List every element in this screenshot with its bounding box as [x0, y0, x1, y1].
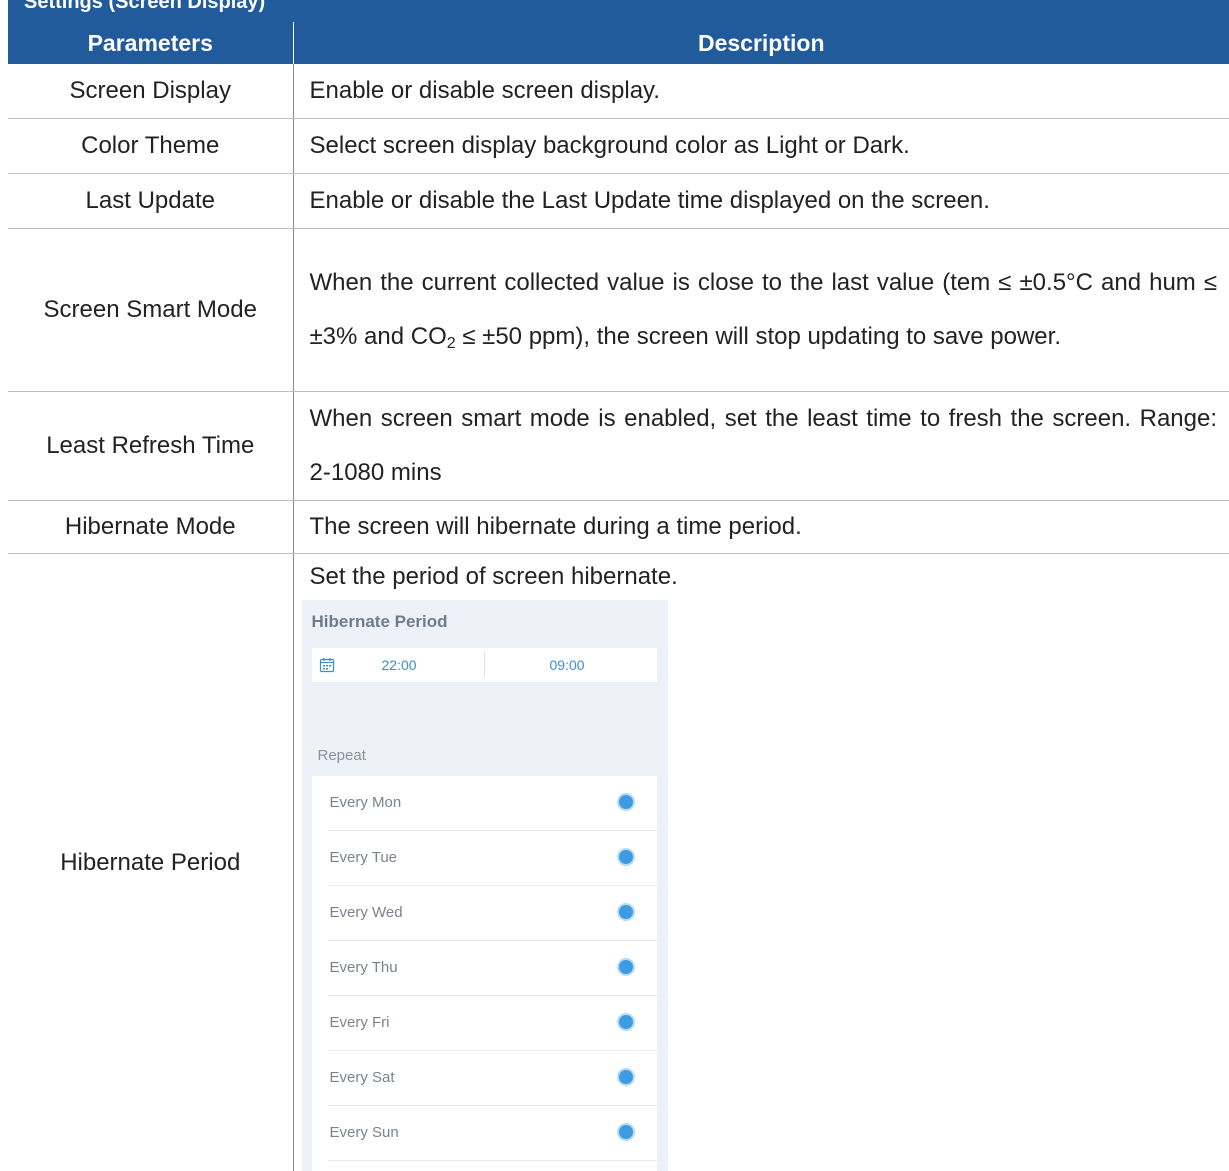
- header-description: Description: [293, 22, 1229, 64]
- time-divider: [484, 652, 485, 678]
- end-time[interactable]: 09:00: [550, 657, 585, 673]
- repeat-day-list: Every Mon Every Tue Every Wed Every: [312, 776, 657, 1171]
- repeat-label: Repeat: [318, 747, 366, 764]
- table-row: Screen Smart Mode When the current colle…: [8, 229, 1229, 392]
- time-range-field[interactable]: 22:00 09:00: [312, 648, 657, 682]
- header-parameters: Parameters: [8, 22, 293, 64]
- desc-screen-smart-mode: When the current collected value is clos…: [293, 229, 1229, 392]
- day-label: Every Mon: [330, 794, 402, 811]
- day-label: Every Sat: [330, 1069, 395, 1086]
- radio-selected-icon[interactable]: [617, 958, 635, 976]
- day-label: Every Fri: [330, 1014, 390, 1031]
- day-option-sun[interactable]: Every Sun: [328, 1106, 657, 1161]
- table-row: Screen Display Enable or disable screen …: [8, 64, 1229, 119]
- day-option-tue[interactable]: Every Tue: [328, 831, 657, 886]
- desc-color-theme: Select screen display background color a…: [293, 119, 1229, 174]
- hibernate-period-panel: Hibernate Period: [302, 600, 668, 1171]
- radio-selected-icon[interactable]: [617, 1013, 635, 1031]
- table-row: Least Refresh Time When screen smart mod…: [8, 392, 1229, 501]
- table-row: Hibernate Mode The screen will hibernate…: [8, 501, 1229, 554]
- radio-selected-icon[interactable]: [617, 793, 635, 811]
- radio-selected-icon[interactable]: [617, 903, 635, 921]
- parameters-table: Parameters Description Screen Display En…: [8, 22, 1229, 1171]
- table-row: Hibernate Period Set the period of scree…: [8, 554, 1229, 1171]
- section-heading-bar: Settings (Screen Display): [8, 0, 1229, 22]
- param-screen-display: Screen Display: [8, 64, 293, 119]
- section-heading: Settings (Screen Display): [24, 0, 265, 14]
- day-label: Every Tue: [330, 849, 398, 866]
- param-hibernate-period: Hibernate Period: [8, 554, 293, 1171]
- day-label: Every Sun: [330, 1124, 399, 1141]
- table-header-row: Parameters Description: [8, 22, 1229, 64]
- param-hibernate-mode: Hibernate Mode: [8, 501, 293, 554]
- calendar-icon[interactable]: [319, 657, 335, 673]
- table-row: Color Theme Select screen display backgr…: [8, 119, 1229, 174]
- hibernate-period-title: Hibernate Period: [312, 612, 448, 632]
- table-row: Last Update Enable or disable the Last U…: [8, 174, 1229, 229]
- desc-hibernate-period-text: Set the period of screen hibernate.: [310, 554, 1218, 600]
- radio-selected-icon[interactable]: [617, 1123, 635, 1141]
- day-option-thu[interactable]: Every Thu: [328, 941, 657, 996]
- param-last-update: Last Update: [8, 174, 293, 229]
- radio-selected-icon[interactable]: [617, 1068, 635, 1086]
- day-label: Every Thu: [330, 959, 398, 976]
- desc-smart-part-b: ≤ ±50 ppm), the screen will stop updatin…: [456, 323, 1061, 350]
- param-color-theme: Color Theme: [8, 119, 293, 174]
- param-least-refresh-time: Least Refresh Time: [8, 392, 293, 501]
- desc-hibernate-mode: The screen will hibernate during a time …: [293, 501, 1229, 554]
- desc-least-refresh-time: When screen smart mode is enabled, set t…: [293, 392, 1229, 501]
- day-option-sat[interactable]: Every Sat: [328, 1051, 657, 1106]
- day-option-wed[interactable]: Every Wed: [328, 886, 657, 941]
- day-option-mon[interactable]: Every Mon: [328, 776, 657, 831]
- radio-selected-icon[interactable]: [617, 848, 635, 866]
- desc-smart-subscript: 2: [447, 335, 456, 352]
- day-label: Every Wed: [330, 904, 403, 921]
- day-option-fri[interactable]: Every Fri: [328, 996, 657, 1051]
- desc-screen-display: Enable or disable screen display.: [293, 64, 1229, 119]
- desc-hibernate-period: Set the period of screen hibernate. Hibe…: [293, 554, 1229, 1171]
- start-time[interactable]: 22:00: [382, 657, 417, 673]
- param-screen-smart-mode: Screen Smart Mode: [8, 229, 293, 392]
- desc-last-update: Enable or disable the Last Update time d…: [293, 174, 1229, 229]
